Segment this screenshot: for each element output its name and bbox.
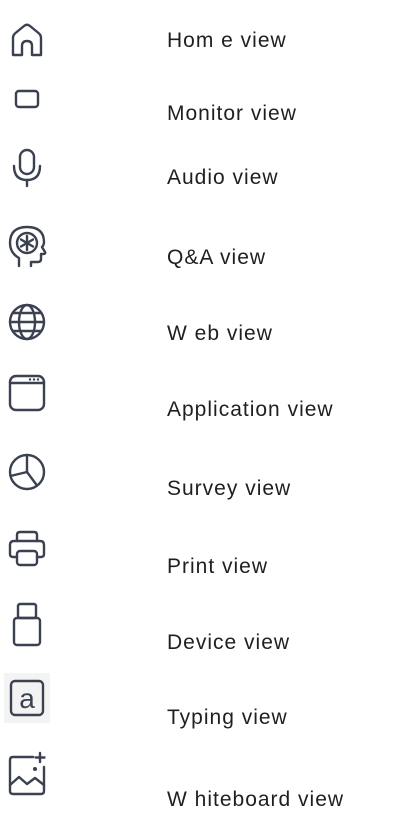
view-label-audio: Audio view <box>167 166 279 189</box>
view-label-whiteboard: W hiteboard view <box>167 788 345 811</box>
view-label-home: Hom e view <box>167 29 287 52</box>
view-label-survey: Survey view <box>167 477 292 500</box>
view-item-whiteboard[interactable]: W hiteboard view <box>0 751 396 818</box>
view-label-web: W eb view <box>167 322 273 345</box>
letter-a-box-icon: a <box>4 673 50 723</box>
view-item-application[interactable]: Application view <box>0 374 396 440</box>
monitor-icon <box>4 74 50 124</box>
pie-chart-icon <box>4 447 50 497</box>
whiteboard-image-icon <box>4 750 50 800</box>
view-item-typing[interactable]: a Typing view <box>0 673 396 742</box>
home-icon <box>4 16 50 66</box>
view-item-web[interactable]: W eb view <box>0 300 396 360</box>
application-window-icon <box>4 368 50 418</box>
printer-icon <box>4 524 50 574</box>
view-item-audio[interactable]: Audio view <box>0 148 396 208</box>
view-item-home[interactable]: Hom e view <box>0 13 396 73</box>
svg-text:a: a <box>19 683 35 714</box>
microphone-icon <box>4 143 50 193</box>
view-item-monitor[interactable]: Monitor view <box>0 86 396 146</box>
usb-device-icon <box>4 600 50 650</box>
view-label-typing: Typing view <box>167 706 288 729</box>
view-label-monitor: Monitor view <box>167 102 297 125</box>
view-item-survey[interactable]: Survey view <box>0 453 396 515</box>
view-item-device[interactable]: Device view <box>0 602 396 665</box>
view-label-qa: Q&A view <box>167 246 267 269</box>
view-item-qa[interactable]: Q&A view <box>0 224 396 284</box>
view-label-device: Device view <box>167 631 291 654</box>
globe-icon <box>4 297 50 347</box>
view-label-application: Application view <box>167 398 334 421</box>
view-label-print: Print view <box>167 555 269 578</box>
view-item-print[interactable]: Print view <box>0 530 396 592</box>
head-asterisk-icon <box>4 222 50 272</box>
